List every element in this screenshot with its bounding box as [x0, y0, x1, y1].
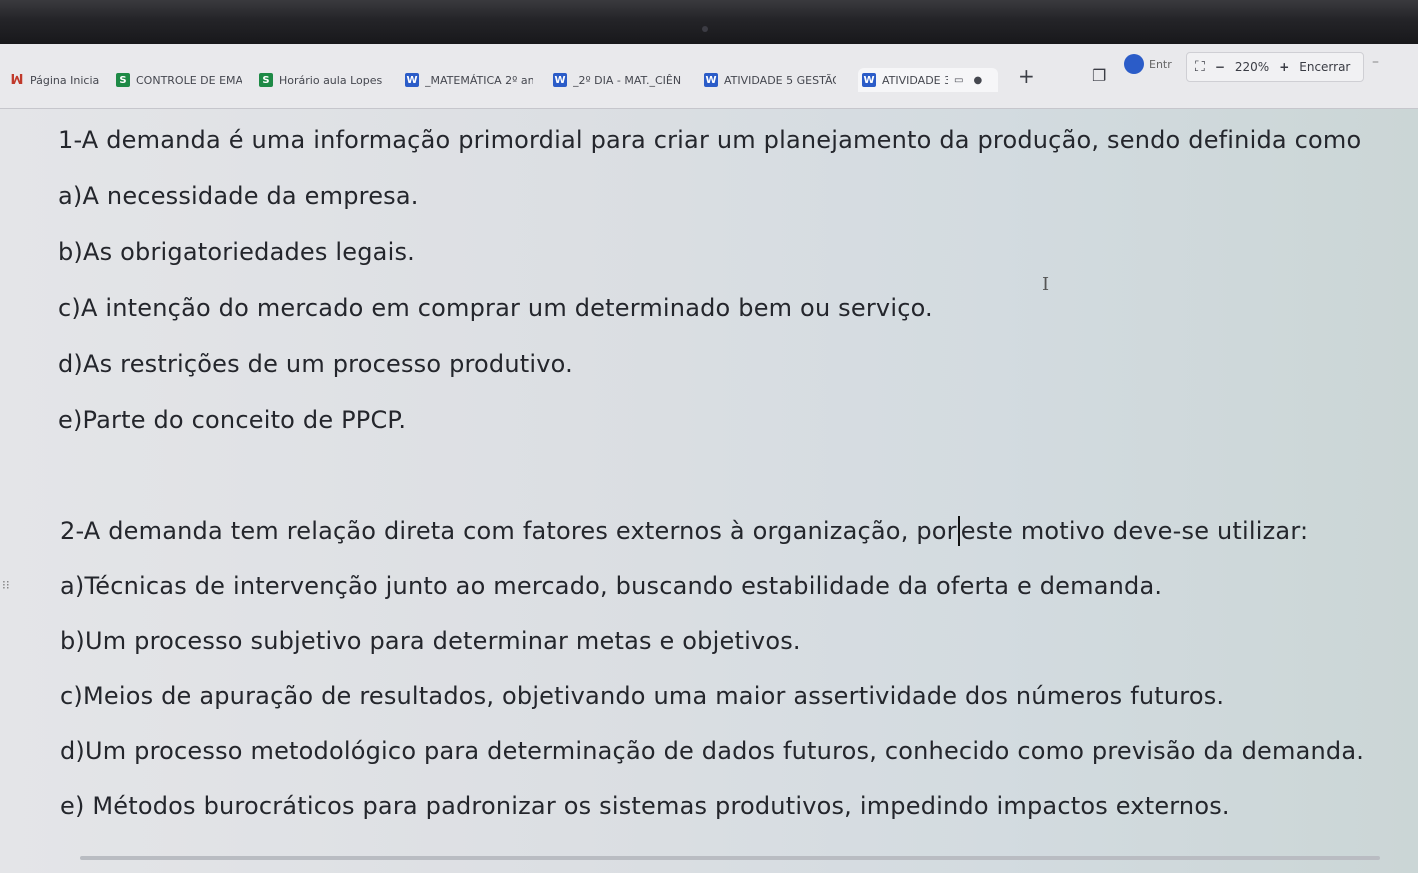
- tab-label: ATIVIDADE 3: [882, 73, 948, 87]
- question-2-option-c: c)Meios de apuração de resultados, objet…: [60, 682, 1225, 710]
- drag-handle-icon[interactable]: ⁝⁝: [2, 578, 10, 592]
- unsaved-dot-icon: ●: [973, 74, 983, 86]
- tab-2-dia-mat[interactable]: W _2º DIA - MAT._CIÊN: [553, 68, 683, 92]
- profile-icon: [1124, 54, 1144, 74]
- tab-label: CONTROLE DE EMAIL: [136, 73, 242, 87]
- tab-label: Horário aula Lopes F: [279, 73, 385, 87]
- minimize-icon[interactable]: –: [1372, 54, 1379, 70]
- sheets-icon: S: [259, 73, 273, 87]
- question-2-text-part2: este motivo deve-se utilizar:: [960, 517, 1309, 545]
- exit-fullscreen-button[interactable]: Encerrar: [1299, 60, 1350, 74]
- question-1-option-c: c)A intenção do mercado em comprar um de…: [58, 294, 933, 322]
- profile-button[interactable]: Entr: [1124, 54, 1172, 74]
- screen: ꟽ Página Inicial S CONTROLE DE EMAIL S H…: [0, 44, 1418, 873]
- question-1-option-b: b)As obrigatoriedades legais.: [58, 238, 415, 266]
- fullscreen-icon[interactable]: ⛶: [1195, 59, 1205, 75]
- question-2-option-e: e) Métodos burocráticos para padronizar …: [60, 792, 1230, 820]
- word-icon: W: [862, 73, 876, 87]
- webcam-dot: [702, 26, 708, 32]
- question-2-text: 2-A demanda tem relação direta com fator…: [60, 516, 1308, 546]
- tab-label: ATIVIDADE 5 GESTÃO: [724, 73, 836, 87]
- tab-horario-aula[interactable]: S Horário aula Lopes F: [259, 68, 385, 92]
- question-2-option-b: b)Um processo subjetivo para determinar …: [60, 627, 801, 655]
- horizontal-scrollbar[interactable]: [80, 856, 1380, 860]
- document-page: 1-A demanda é uma informação primordial …: [0, 108, 1418, 873]
- tab-label: _2º DIA - MAT._CIÊN: [573, 73, 682, 87]
- question-2-option-d: d)Um processo metodológico para determin…: [60, 737, 1365, 765]
- zoom-in-button[interactable]: +: [1279, 60, 1289, 74]
- profile-label: Entr: [1149, 57, 1172, 71]
- question-1-text: 1-A demanda é uma informação primordial …: [58, 126, 1362, 154]
- word-icon: W: [405, 73, 419, 87]
- question-2-option-a: a)Técnicas de intervenção junto ao merca…: [60, 572, 1163, 600]
- question-1-option-e: e)Parte do conceito de PPCP.: [58, 406, 407, 434]
- word-icon: W: [704, 73, 718, 87]
- comment-icon: ▭: [954, 74, 964, 86]
- question-1-option-d: d)As restrições de um processo produtivo…: [58, 350, 573, 378]
- question-1-option-a: a)A necessidade da empresa.: [58, 182, 419, 210]
- tab-matematica[interactable]: W _MATEMÁTICA 2º ano: [405, 68, 533, 92]
- text-cursor: [957, 516, 960, 546]
- tab-label: Página Inicial: [30, 73, 100, 87]
- zoom-level: 220%: [1234, 60, 1270, 74]
- question-2-text-part1: 2-A demanda tem relação direta com fator…: [60, 517, 957, 545]
- zoom-control: ⛶ − 220% + Encerrar: [1186, 52, 1364, 82]
- zoom-out-button[interactable]: −: [1215, 60, 1225, 74]
- monitor-bezel: [0, 0, 1418, 44]
- tab-controle-de-email[interactable]: S CONTROLE DE EMAIL: [116, 68, 242, 92]
- word-icon: W: [553, 73, 567, 87]
- tab-atividade-3-active[interactable]: W ATIVIDADE 3 ▭ ●: [858, 68, 998, 92]
- tab-atividade-5[interactable]: W ATIVIDADE 5 GESTÃO: [704, 68, 836, 92]
- browser-tab-bar: ꟽ Página Inicial S CONTROLE DE EMAIL S H…: [0, 44, 1418, 109]
- mail-icon: ꟽ: [10, 72, 24, 88]
- tab-label: _MATEMÁTICA 2º ano: [425, 73, 533, 87]
- tab-pagina-inicial[interactable]: ꟽ Página Inicial: [10, 68, 100, 92]
- sheets-icon: S: [116, 73, 130, 87]
- new-tab-button[interactable]: +: [1018, 64, 1035, 88]
- window-restore-icon[interactable]: ❐: [1092, 66, 1106, 85]
- mouse-ibeam-cursor-icon: I: [1042, 274, 1050, 295]
